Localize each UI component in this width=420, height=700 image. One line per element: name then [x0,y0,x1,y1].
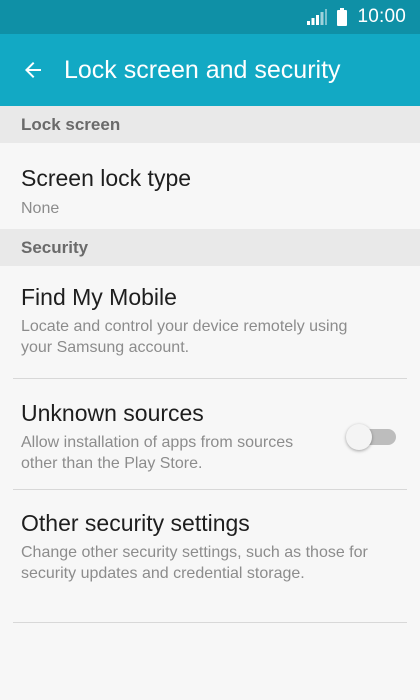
toggle-thumb [346,424,372,450]
unknown-sources-toggle[interactable] [346,424,396,450]
back-button[interactable] [18,55,48,85]
arrow-back-icon [25,62,41,78]
other-security-settings-title: Other security settings [21,510,250,536]
settings-list: Lock screen Screen lock type None Securi… [0,106,420,623]
find-my-mobile-item[interactable]: Find My Mobile Locate and control your d… [0,266,420,379]
screen-lock-type-value: None [21,200,60,217]
unknown-sources-item[interactable]: Unknown sources Allow installation of ap… [0,379,420,490]
status-time: 10:00 [357,6,406,27]
other-security-settings-item[interactable]: Other security settings Change other sec… [0,490,420,623]
section-header-security: Security [0,229,420,266]
section-header-lock-screen: Lock screen [0,106,420,143]
status-bar: 10:00 [0,0,420,34]
unknown-sources-title: Unknown sources [21,400,204,426]
find-my-mobile-title: Find My Mobile [21,284,177,310]
page-title: Lock screen and security [64,55,341,84]
signal-icon [307,9,328,25]
unknown-sources-description: Allow installation of apps from sources … [21,434,294,472]
find-my-mobile-description: Locate and control your device remotely … [21,318,348,356]
status-icons: 10:00 [307,0,406,34]
screen-lock-type-item[interactable]: Screen lock type None [0,143,420,229]
app-bar: Lock screen and security [0,34,420,106]
battery-icon [337,8,348,26]
other-security-settings-description: Change other security settings, such as … [21,544,368,582]
divider [13,622,407,623]
screen-lock-type-title: Screen lock type [21,165,192,191]
